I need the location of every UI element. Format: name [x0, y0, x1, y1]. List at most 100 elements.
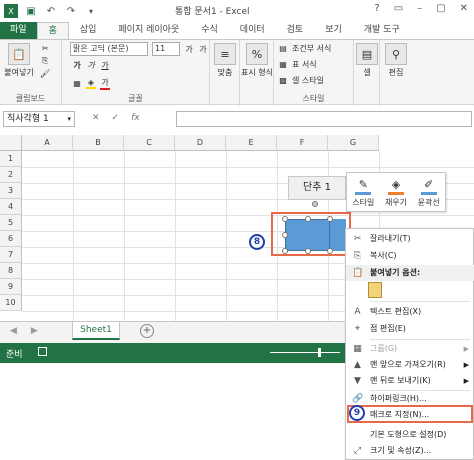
row-header-3[interactable]: 3 — [0, 183, 22, 199]
menu-item-bring-to-front[interactable]: ▲ 맨 앞으로 가져오기(R) ▶ — [346, 357, 474, 373]
tab-file[interactable]: 파일 — [0, 22, 37, 39]
name-box[interactable]: 직사각형 1 ▾ — [3, 111, 75, 127]
resize-handle-top-right[interactable] — [327, 216, 333, 222]
select-all-corner[interactable] — [0, 135, 22, 151]
paste-button[interactable]: 📋 붙여넣기 — [2, 43, 36, 78]
column-header-g[interactable]: G — [328, 135, 379, 151]
save-icon[interactable]: ▣ — [24, 4, 38, 18]
tab-developer[interactable]: 개발 도구 — [353, 22, 411, 39]
customize-qat-icon[interactable]: ▾ — [84, 4, 98, 18]
cut-icon[interactable]: ✂ — [40, 44, 50, 53]
number-format-button[interactable]: % 표시 형식 — [240, 43, 274, 78]
cell-styles-button[interactable]: ▩ 셀 스타일 — [278, 75, 324, 86]
row-header-9[interactable]: 9 — [0, 279, 22, 295]
menu-item-send-to-back[interactable]: ▼ 맨 뒤로 보내기(K) ▶ — [346, 373, 474, 389]
row-header-6[interactable]: 6 — [0, 231, 22, 247]
insert-function-icon[interactable]: fx — [131, 113, 140, 123]
alignment-button[interactable]: ≡ 맞춤 — [208, 43, 242, 78]
tab-data[interactable]: 데이터 — [229, 22, 276, 39]
border-icon[interactable]: ▦ — [72, 79, 82, 88]
resize-handle-bottom[interactable] — [305, 248, 311, 254]
group-editing: ⚲ 편집 — [380, 40, 412, 106]
tab-insert[interactable]: 삽입 — [69, 22, 108, 39]
formula-input[interactable] — [176, 111, 472, 127]
format-as-table-button[interactable]: ▦ 표 서식 — [278, 59, 316, 70]
row-header-10[interactable]: 10 — [0, 295, 22, 311]
underline-button[interactable]: 가 — [100, 60, 110, 71]
row-header-5[interactable]: 5 — [0, 215, 22, 231]
zoom-slider-knob[interactable] — [318, 348, 321, 357]
resize-handle-left[interactable] — [282, 232, 288, 238]
rotate-handle[interactable] — [312, 201, 318, 207]
column-header-b[interactable]: B — [73, 135, 124, 151]
tab-formulas[interactable]: 수식 — [190, 22, 229, 39]
tab-view[interactable]: 보기 — [314, 22, 353, 39]
menu-item-edit-text[interactable]: A 텍스트 편집(X) — [346, 304, 474, 320]
font-name-combo[interactable]: 맑은 고딕 (본문) — [70, 42, 148, 56]
rectangle-shape-extension[interactable] — [330, 219, 346, 251]
row-header-2[interactable]: 2 — [0, 167, 22, 183]
fill-color-icon[interactable]: ◈ — [86, 78, 96, 89]
group-number: % 표시 형식 — [240, 40, 274, 106]
menu-item-cut[interactable]: ✂ 잘라내기(T) — [346, 231, 474, 247]
menu-item-size-properties[interactable]: ⤢ 크기 및 속성(Z)... — [346, 443, 474, 459]
undo-icon[interactable]: ↶ — [44, 4, 58, 18]
copy-icon[interactable]: ⎘ — [40, 56, 50, 66]
help-icon[interactable]: ? — [374, 3, 379, 14]
cancel-icon[interactable]: ✕ — [92, 113, 100, 123]
column-header-d[interactable]: D — [175, 135, 226, 151]
name-box-dropdown-icon[interactable]: ▾ — [67, 112, 71, 126]
italic-button[interactable]: 가 — [86, 60, 96, 71]
menu-item-copy[interactable]: ⎘ 복사(C) — [346, 248, 474, 264]
row-header-4[interactable]: 4 — [0, 199, 22, 215]
sheet-next-icon[interactable]: ▶ — [31, 326, 38, 336]
mini-style-button[interactable]: ✎ 스타일 — [348, 176, 378, 211]
font-color-button[interactable]: 가 — [100, 77, 110, 90]
editing-button[interactable]: ⚲ 편집 — [379, 43, 413, 78]
redo-icon[interactable]: ↷ — [64, 4, 78, 18]
close-icon[interactable]: ✕ — [460, 3, 468, 14]
column-header-e[interactable]: E — [226, 135, 277, 151]
resize-handle-bottom-right[interactable] — [327, 248, 333, 254]
mini-outline-button[interactable]: ✐ 윤곽선 — [414, 176, 444, 211]
column-header-c[interactable]: C — [124, 135, 175, 151]
tab-page-layout[interactable]: 페이지 레이아웃 — [107, 22, 190, 39]
tab-review[interactable]: 검토 — [276, 22, 315, 39]
paste-option-icon[interactable] — [368, 282, 382, 298]
resize-handle-bottom-left[interactable] — [282, 248, 288, 254]
font-size-combo[interactable]: 11 — [152, 42, 180, 56]
grid-line — [22, 215, 474, 216]
ribbon-display-icon[interactable]: ▭ — [394, 3, 403, 14]
name-box-value: 직사각형 1 — [7, 114, 49, 124]
column-header-a[interactable]: A — [22, 135, 73, 151]
grow-font-button[interactable]: 가 — [184, 44, 194, 55]
column-header-f[interactable]: F — [277, 135, 328, 151]
conditional-format-button[interactable]: ▤ 조건부 서식 — [278, 43, 331, 54]
form-button-1[interactable]: 단추 1 — [288, 176, 346, 200]
sheet-prev-icon[interactable]: ◀ — [10, 326, 17, 336]
menu-item-edit-points[interactable]: ⌖ 점 편집(E) — [346, 321, 474, 337]
sheet-tab-sheet1[interactable]: Sheet1 — [72, 322, 120, 340]
resize-handle-top[interactable] — [305, 216, 311, 222]
rectangle-shape[interactable] — [285, 219, 330, 251]
format-painter-icon[interactable]: 🖌 — [40, 69, 50, 78]
maximize-icon[interactable]: ▢ — [436, 3, 445, 14]
tab-home[interactable]: 홈 — [36, 22, 69, 39]
resize-handle-top-left[interactable] — [282, 216, 288, 222]
menu-item-label: 잘라내기(T) — [370, 234, 411, 243]
add-sheet-button[interactable]: + — [140, 324, 154, 338]
macro-record-icon[interactable] — [38, 347, 47, 356]
shrink-font-button[interactable]: 가 — [198, 44, 208, 55]
bold-button[interactable]: 가 — [72, 60, 82, 71]
grid-line — [124, 151, 125, 321]
minimize-icon[interactable]: – — [417, 3, 422, 14]
row-header-1[interactable]: 1 — [0, 151, 22, 167]
mini-fill-button[interactable]: ◈ 채우기 — [381, 176, 411, 211]
zoom-slider[interactable] — [270, 352, 340, 353]
menu-item-set-default-shape[interactable]: 기본 도형으로 설정(D) — [346, 427, 474, 443]
row-header-7[interactable]: 7 — [0, 247, 22, 263]
enter-icon[interactable]: ✓ — [112, 113, 120, 123]
row-header-8[interactable]: 8 — [0, 263, 22, 279]
binoculars-icon: ⚲ — [385, 43, 407, 65]
font-row-3: ▦ ◈ 가 — [72, 77, 110, 90]
